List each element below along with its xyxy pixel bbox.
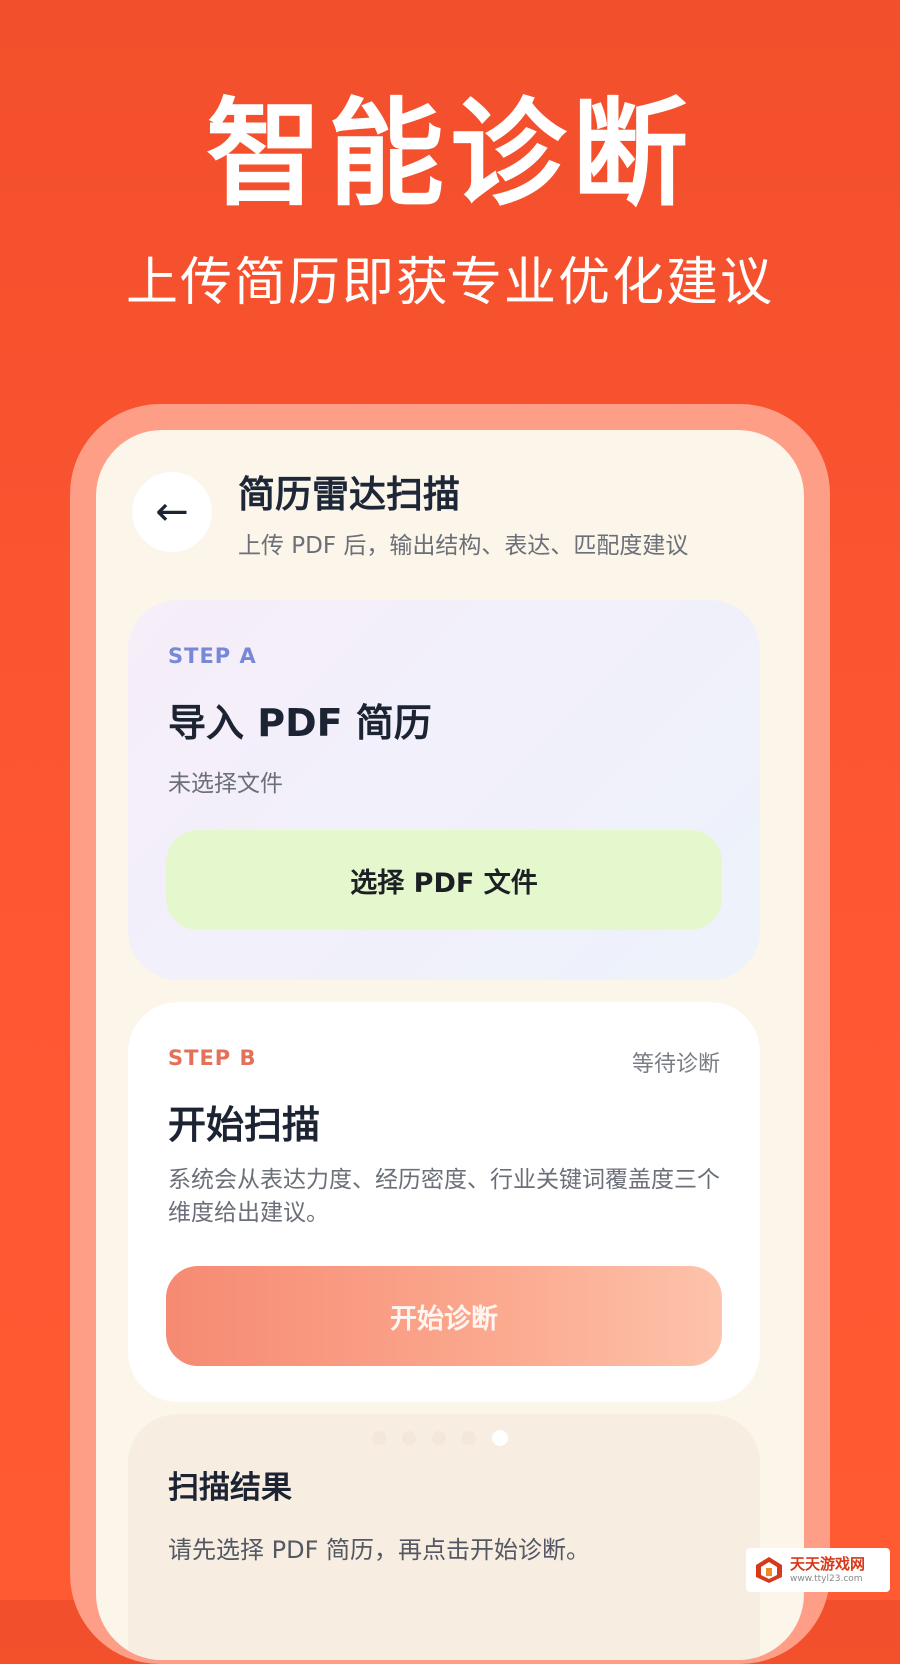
step-b-title: 开始扫描 bbox=[168, 1103, 321, 1147]
result-title: 扫描结果 bbox=[168, 1470, 292, 1506]
left-arrow-icon: ← bbox=[155, 489, 189, 535]
select-pdf-button[interactable]: 选择 PDF 文件 bbox=[166, 830, 722, 930]
page-subtitle: 上传 PDF 后，输出结构、表达、匹配度建议 bbox=[238, 533, 689, 559]
step-b-card: STEP B 等待诊断 开始扫描 系统会从表达力度、经历密度、行业关键词覆盖度三… bbox=[128, 1002, 760, 1402]
step-b-description: 系统会从表达力度、经历密度、行业关键词覆盖度三个维度给出建议。 bbox=[168, 1167, 720, 1226]
phone-screen: ← 简历雷达扫描 上传 PDF 后，输出结构、表达、匹配度建议 STEP A 导… bbox=[96, 430, 804, 1660]
start-diagnosis-button[interactable]: 开始诊断 bbox=[166, 1266, 722, 1366]
hero-subtitle: 上传简历即获专业优化建议 bbox=[125, 253, 774, 313]
back-button[interactable]: ← bbox=[132, 472, 212, 552]
file-status: 未选择文件 bbox=[168, 771, 283, 797]
watermark: 天天游戏网 www.ttyl23.com bbox=[746, 1548, 890, 1592]
step-a-card: STEP A 导入 PDF 简历 未选择文件 选择 PDF 文件 bbox=[128, 600, 760, 980]
result-description: 请先选择 PDF 简历，再点击开始诊断。 bbox=[168, 1536, 591, 1564]
carousel-dot[interactable] bbox=[492, 1430, 508, 1446]
carousel-dot[interactable] bbox=[402, 1431, 416, 1445]
carousel-dot[interactable] bbox=[462, 1431, 476, 1445]
step-a-title: 导入 PDF 简历 bbox=[168, 701, 432, 745]
site-logo-icon bbox=[756, 1557, 782, 1583]
carousel-dot[interactable] bbox=[432, 1431, 446, 1445]
step-a-label: STEP A bbox=[168, 644, 257, 668]
carousel-indicator bbox=[372, 1430, 508, 1446]
diagnosis-status: 等待诊断 bbox=[631, 1052, 720, 1077]
result-card: 扫描结果 请先选择 PDF 简历，再点击开始诊断。 bbox=[128, 1414, 760, 1660]
carousel-dot[interactable] bbox=[372, 1431, 386, 1445]
watermark-url: www.ttyl23.com bbox=[790, 1573, 863, 1584]
page-title: 简历雷达扫描 bbox=[238, 473, 460, 516]
step-b-label: STEP B bbox=[168, 1046, 257, 1070]
hero-title: 智能诊断 bbox=[206, 87, 694, 222]
watermark-name: 天天游戏网 bbox=[790, 1554, 866, 1573]
